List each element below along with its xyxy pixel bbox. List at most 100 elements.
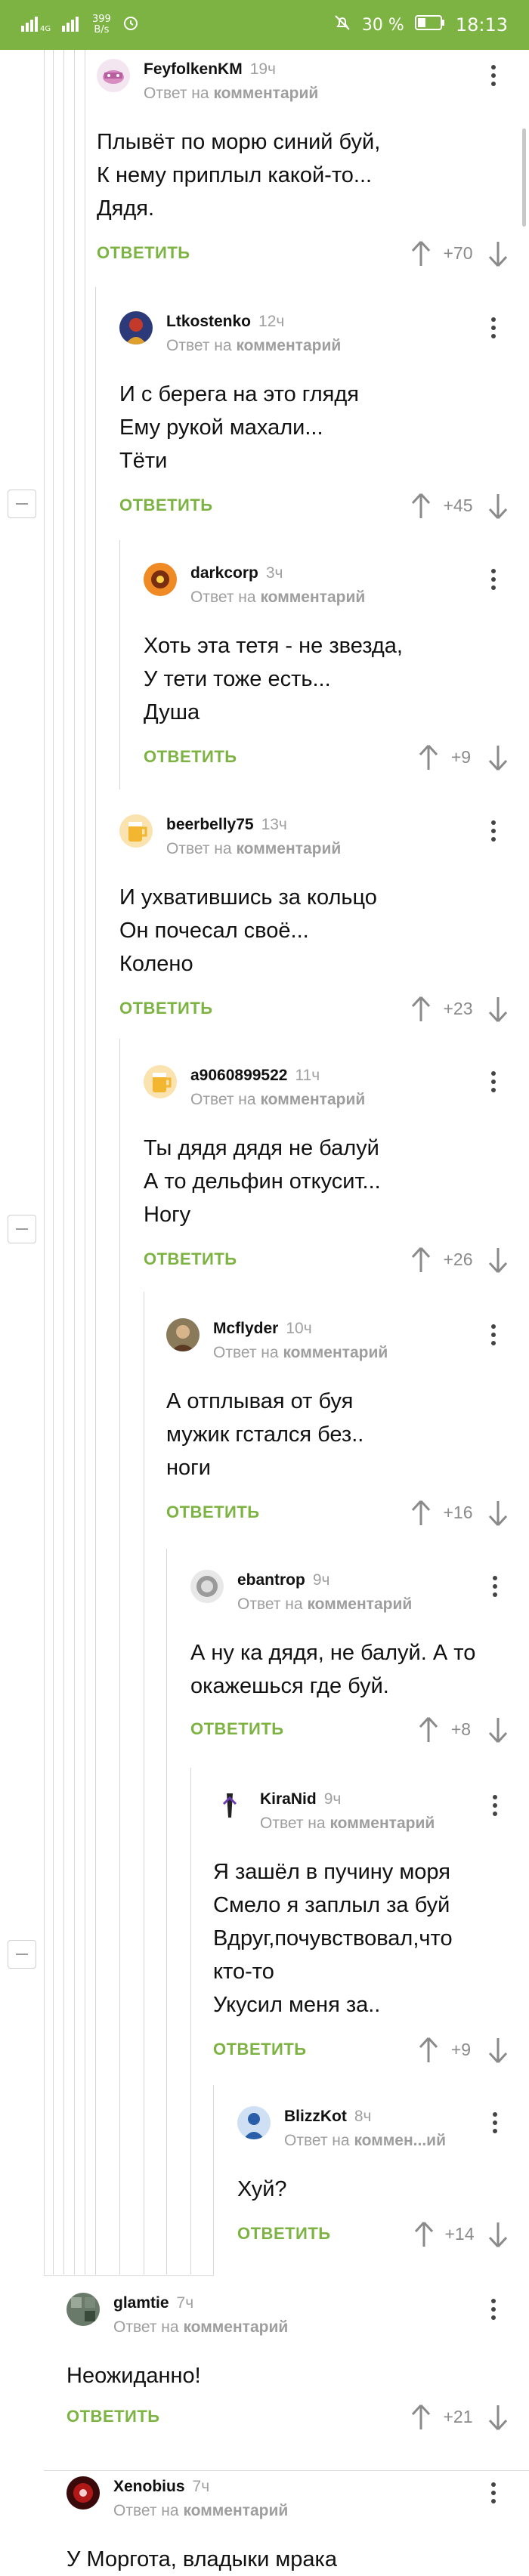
avatar[interactable] bbox=[237, 2106, 271, 2139]
thread-line bbox=[63, 50, 64, 2275]
reply-button[interactable]: ОТВЕТИТЬ bbox=[166, 1503, 260, 1522]
avatar[interactable] bbox=[67, 2293, 100, 2326]
more-options-icon[interactable] bbox=[482, 563, 505, 596]
downvote-icon[interactable] bbox=[487, 743, 509, 773]
avatar[interactable] bbox=[190, 1570, 224, 1603]
downvote-icon[interactable] bbox=[487, 2035, 509, 2065]
avatar[interactable] bbox=[119, 311, 153, 344]
upvote-icon[interactable] bbox=[417, 1715, 440, 1745]
comment-time: 19ч bbox=[249, 60, 276, 78]
collapse-thread-button[interactable] bbox=[8, 490, 36, 518]
avatar[interactable] bbox=[144, 1065, 177, 1098]
reply-button[interactable]: ОТВЕТИТЬ bbox=[144, 1249, 237, 1269]
comment-author[interactable]: Xenobius 7ч bbox=[113, 2478, 209, 2496]
avatar[interactable] bbox=[213, 1789, 246, 1822]
comment-author[interactable]: beerbelly75 13ч bbox=[166, 816, 287, 834]
comment-author[interactable]: Mcflyder 10ч bbox=[213, 1320, 312, 1338]
upvote-icon[interactable] bbox=[410, 491, 432, 521]
reply-to-link[interactable]: Ответ на комментарий bbox=[144, 85, 318, 103]
downvote-icon[interactable] bbox=[487, 2219, 509, 2250]
comment: Xenobius 7ч Ответ на комментарий У Моргот… bbox=[67, 2476, 520, 2571]
comment-author[interactable]: a9060899522 11ч bbox=[190, 1067, 320, 1085]
reply-to-link[interactable]: Ответ на комментарий bbox=[166, 840, 341, 858]
comment-text: Плывёт по морю синий буй, К нему приплыл … bbox=[97, 130, 381, 221]
more-options-icon[interactable] bbox=[482, 2476, 505, 2510]
comment-author[interactable]: FeyfolkenKM 19ч bbox=[144, 60, 276, 79]
reply-to-link[interactable]: Ответ на коммен...ий bbox=[284, 2132, 446, 2150]
collapse-thread-button[interactable] bbox=[8, 1940, 36, 1969]
downvote-icon[interactable] bbox=[487, 491, 509, 521]
downvote-icon[interactable] bbox=[487, 1715, 509, 1745]
reply-to-link[interactable]: Ответ на комментарий bbox=[113, 2318, 288, 2337]
comment-author[interactable]: darkcorp 3ч bbox=[190, 564, 283, 582]
comment-text: Ты дядя дядя не балуй А то дельфин откуси… bbox=[144, 1136, 381, 1227]
more-options-icon[interactable] bbox=[482, 814, 505, 848]
comment-author[interactable]: BlizzKot 8ч bbox=[284, 2108, 371, 2126]
thread-line bbox=[119, 540, 120, 789]
downvote-icon[interactable] bbox=[487, 239, 509, 269]
comment-rating: +9 bbox=[450, 747, 472, 767]
upvote-icon[interactable] bbox=[410, 1245, 432, 1275]
comment-author[interactable]: glamtie 7ч bbox=[113, 2294, 193, 2312]
reply-button[interactable]: ОТВЕТИТЬ bbox=[97, 243, 190, 263]
reply-to-link[interactable]: Ответ на комментарий bbox=[213, 1344, 388, 1362]
upvote-icon[interactable] bbox=[417, 743, 440, 773]
battery-icon bbox=[414, 14, 445, 36]
upvote-icon[interactable] bbox=[417, 2035, 440, 2065]
reply-to-link[interactable]: Ответ на комментарий bbox=[190, 588, 365, 607]
thread-line bbox=[166, 1549, 167, 2275]
downvote-icon[interactable] bbox=[487, 2402, 509, 2432]
avatar[interactable] bbox=[67, 2476, 100, 2510]
upvote-icon[interactable] bbox=[410, 2402, 432, 2432]
comment-author[interactable]: ebantrop 9ч bbox=[237, 1571, 329, 1589]
comment-actions: ОТВЕТИТЬ +9 bbox=[144, 743, 520, 773]
more-options-icon[interactable] bbox=[482, 311, 505, 344]
avatar[interactable] bbox=[119, 814, 153, 848]
upvote-icon[interactable] bbox=[410, 1498, 432, 1528]
scrollbar[interactable] bbox=[522, 128, 526, 227]
upvote-icon[interactable] bbox=[410, 994, 432, 1024]
downvote-icon[interactable] bbox=[487, 1498, 509, 1528]
downvote-icon[interactable] bbox=[487, 994, 509, 1024]
downvote-icon[interactable] bbox=[487, 1245, 509, 1275]
comment-time: 11ч bbox=[295, 1067, 320, 1084]
comment-actions: ОТВЕТИТЬ +21 bbox=[67, 2402, 520, 2432]
thread-line bbox=[119, 1039, 120, 2275]
reply-button[interactable]: ОТВЕТИТЬ bbox=[190, 1719, 284, 1739]
reply-button[interactable]: ОТВЕТИТЬ bbox=[237, 2224, 331, 2244]
avatar[interactable] bbox=[144, 563, 177, 596]
reply-button[interactable]: ОТВЕТИТЬ bbox=[144, 747, 237, 767]
more-options-icon[interactable] bbox=[484, 1570, 506, 1603]
reply-button[interactable]: ОТВЕТИТЬ bbox=[213, 2040, 307, 2059]
upvote-icon[interactable] bbox=[413, 2219, 435, 2250]
more-options-icon[interactable] bbox=[482, 59, 505, 92]
comment-rating: +70 bbox=[443, 243, 473, 263]
reply-to-link[interactable]: Ответ на комментарий bbox=[260, 1815, 435, 1833]
avatar[interactable] bbox=[166, 1318, 200, 1351]
reply-button[interactable]: ОТВЕТИТЬ bbox=[119, 496, 213, 515]
upvote-icon[interactable] bbox=[410, 239, 432, 269]
comment-time: 10ч bbox=[286, 1320, 312, 1337]
more-options-icon[interactable] bbox=[484, 2106, 506, 2139]
comment-author[interactable]: KiraNid 9ч bbox=[260, 1790, 341, 1808]
comment-rating: +21 bbox=[443, 2407, 473, 2426]
comment-author[interactable]: Ltkostenko 12ч bbox=[166, 313, 284, 331]
comment-text: Я зашёл в пучину моря Смело я заплыл за б… bbox=[213, 1860, 453, 2017]
reply-to-link[interactable]: Ответ на комментарий bbox=[166, 337, 341, 355]
comment-rating: +23 bbox=[443, 999, 473, 1018]
alarm-icon bbox=[122, 14, 140, 36]
collapse-thread-button[interactable] bbox=[8, 1215, 36, 1243]
more-options-icon[interactable] bbox=[482, 1065, 505, 1098]
reply-to-link[interactable]: Ответ на комментарий bbox=[237, 1595, 412, 1614]
reply-to-link[interactable]: Ответ на комментарий bbox=[113, 2502, 288, 2520]
more-options-icon[interactable] bbox=[482, 1318, 505, 1351]
reply-button[interactable]: ОТВЕТИТЬ bbox=[119, 999, 213, 1018]
thread-line bbox=[74, 50, 75, 2275]
reply-button[interactable]: ОТВЕТИТЬ bbox=[67, 2407, 160, 2426]
more-options-icon[interactable] bbox=[484, 1789, 506, 1822]
comment-actions: ОТВЕТИТЬ +9 bbox=[213, 2035, 520, 2065]
comment-time: 8ч bbox=[354, 2108, 372, 2125]
more-options-icon[interactable] bbox=[482, 2293, 505, 2326]
avatar[interactable] bbox=[97, 59, 130, 92]
reply-to-link[interactable]: Ответ на комментарий bbox=[190, 1091, 365, 1109]
